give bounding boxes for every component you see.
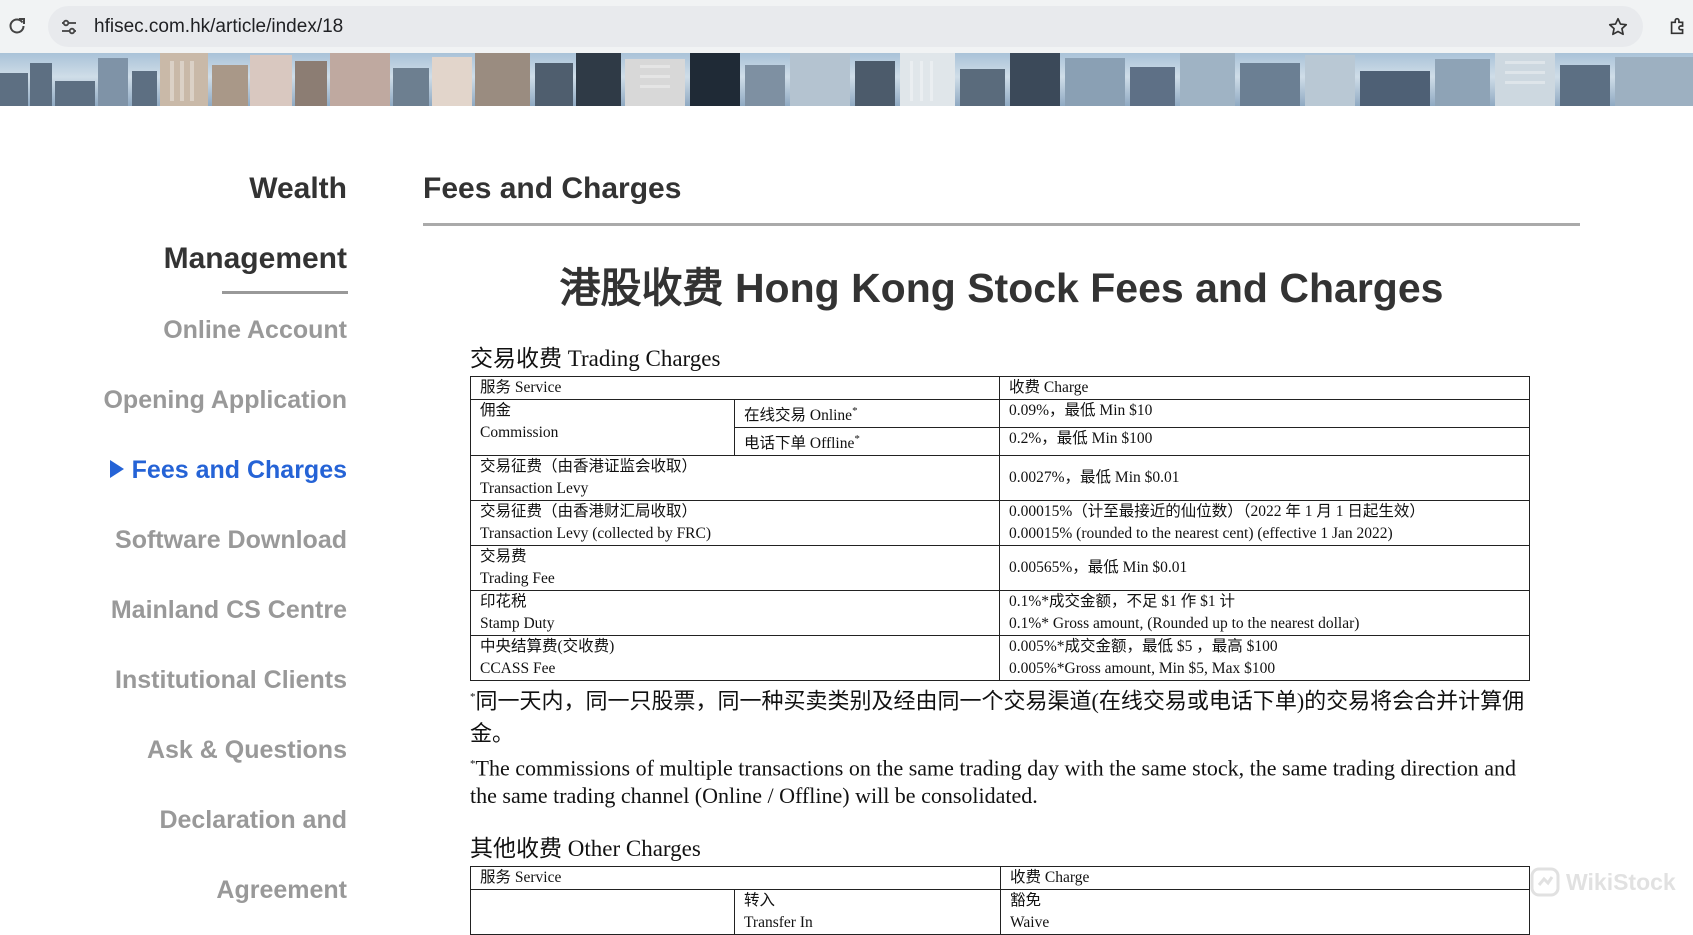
frc-levy-en: Transaction Levy (collected by FRC) xyxy=(480,525,712,543)
fees-document: 交易收费 Trading Charges 服务 Service 收费 Charg… xyxy=(469,344,1531,935)
ccass-cell: 中央结算费(交收费) CCASS Fee xyxy=(469,635,1001,682)
trading-fee-charge: 0.00565%，最低 Min $0.01 xyxy=(999,545,1531,592)
sidebar-item-declaration-line1[interactable]: Declaration and xyxy=(159,806,347,835)
active-arrow-icon xyxy=(109,460,124,479)
commission-cell: 佣金 Commission xyxy=(470,398,735,457)
table-row: 交易征费（由香港证监会收取） Transaction Levy 0.0027%，… xyxy=(469,455,1531,502)
trading-fee-en: Trading Fee xyxy=(480,570,555,588)
header-charge: 收费 Charge xyxy=(999,376,1531,400)
other-charges-title: 其他收费 Other Charges xyxy=(470,835,701,861)
table-row: 交易征费（由香港财汇局收取） Transaction Levy (collect… xyxy=(469,500,1531,547)
header-service: 服务 Service xyxy=(469,865,1002,890)
footnote-en-text: The commissions of multiple transactions… xyxy=(470,754,1516,808)
sidebar-item-fees-and-charges[interactable]: Fees and Charges xyxy=(109,456,347,485)
commission-en: Commission xyxy=(480,424,559,441)
sidebar-item-declaration-line2[interactable]: Agreement xyxy=(216,876,347,905)
table-header-row: 服务 Service 收费 Charge xyxy=(469,376,1531,400)
table-header-row: 服务 Service 收费 Charge xyxy=(469,865,1531,890)
offline-cell: 电话下单 Offline* xyxy=(733,427,1001,457)
transfer-in-charge-cn: 豁免 xyxy=(1010,891,1042,909)
table-row: 佣金 Commission 在线交易 Online* 0.09%，最低 Min … xyxy=(470,398,1531,457)
frc-levy-charge-en: 0.00015% (rounded to the nearest cent) (… xyxy=(1009,525,1393,543)
stamp-duty-cn: 印花税 xyxy=(480,593,527,611)
wikistock-logo-icon xyxy=(1530,867,1560,897)
ccass-charge-en: 0.005%*Gross amount, Min $5, Max $100 xyxy=(1009,660,1276,678)
extensions-icon[interactable] xyxy=(1665,13,1691,39)
trading-charges-table: 服务 Service 收费 Charge 佣金 Commission 在线交易 … xyxy=(469,376,1531,682)
frc-levy-charge-cn: 0.00015%（计至最接近的仙位数）（2022 年 1 月 1 日起生效） xyxy=(1009,503,1425,521)
levy-charge: 0.0027%，最低 Min $0.01 xyxy=(999,455,1531,502)
levy-cn: 交易征费（由香港证监会收取） xyxy=(480,458,698,476)
sidebar-title-line2: Management xyxy=(163,242,347,275)
transfer-in-cn: 转入 xyxy=(744,891,776,909)
sidebar-item-online-account[interactable]: Online Account xyxy=(163,316,347,345)
footnote-mark: * xyxy=(852,405,858,417)
online-cell: 在线交易 Online* xyxy=(733,398,1001,429)
browser-toolbar: hfisec.com.hk/article/index/18 xyxy=(0,0,1693,53)
footnote-cn-text: 同一天内，同一只股票，同一种买卖类别及经由同一个交易渠道(在线交易或电话下单)的… xyxy=(470,688,1525,746)
stamp-duty-charge: 0.1%*成交金额，不足 $1 作 $1 计 0.1%* Gross amoun… xyxy=(999,590,1531,637)
frc-levy-cell: 交易征费（由香港财汇局收取） Transaction Levy (collect… xyxy=(469,500,1001,547)
transfer-in-cell: 转入 Transfer In xyxy=(733,888,1002,935)
other-charges-table: 服务 Service 收费 Charge 转入 Transfer In 豁免 W… xyxy=(469,865,1531,935)
online-label: 在线交易 Online xyxy=(744,407,853,425)
sidebar-title-underline xyxy=(222,291,348,294)
watermark-text: WikiStock xyxy=(1566,868,1676,895)
table-row: 转入 Transfer In 豁免 Waive xyxy=(470,888,1531,935)
table-row: 印花税 Stamp Duty 0.1%*成交金额，不足 $1 作 $1 计 0.… xyxy=(469,590,1531,637)
wikistock-watermark: WikiStock xyxy=(1530,862,1690,902)
transfer-in-charge: 豁免 Waive xyxy=(1000,888,1531,935)
sidebar-item-opening-application[interactable]: Opening Application xyxy=(103,386,347,415)
document-heading: 港股收费 Hong Kong Stock Fees and Charges xyxy=(559,265,1444,311)
reload-icon[interactable] xyxy=(4,13,30,39)
footnote-cn: *同一天内，同一只股票，同一种买卖类别及经由同一个交易渠道(在线交易或电话下单)… xyxy=(470,681,1530,749)
ccass-charge: 0.005%*成交金额，最低 $5 ，最高 $100 0.005%*Gross … xyxy=(999,635,1531,682)
site-info-icon[interactable] xyxy=(56,14,82,40)
commission-cn: 佣金 xyxy=(480,402,512,419)
frc-levy-charge: 0.00015%（计至最接近的仙位数）（2022 年 1 月 1 日起生效） 0… xyxy=(999,500,1531,547)
sidebar-item-software-download[interactable]: Software Download xyxy=(115,526,347,555)
sidebar-item-institutional-clients[interactable]: Institutional Clients xyxy=(115,666,347,695)
offline-label: 电话下单 Offline xyxy=(744,435,855,453)
url-text[interactable]: hfisec.com.hk/article/index/18 xyxy=(94,6,343,47)
page-title: Fees and Charges xyxy=(423,172,682,205)
sidebar-item-mainland-cs-centre[interactable]: Mainland CS Centre xyxy=(111,596,347,625)
ccass-charge-cn: 0.005%*成交金额，最低 $5 ，最高 $100 xyxy=(1009,638,1278,656)
stamp-duty-cell: 印花税 Stamp Duty xyxy=(469,590,1001,637)
sidebar-item-ask-questions[interactable]: Ask & Questions xyxy=(147,736,347,765)
frc-levy-cn: 交易征费（由香港财汇局收取） xyxy=(480,503,698,521)
address-bar[interactable]: hfisec.com.hk/article/index/18 xyxy=(48,6,1643,47)
footnote-en: *The commissions of multiple transaction… xyxy=(470,750,1530,810)
ccass-en: CCASS Fee xyxy=(480,660,556,678)
table-row: 中央结算费(交收费) CCASS Fee 0.005%*成交金额，最低 $5 ，… xyxy=(469,635,1531,682)
header-service: 服务 Service xyxy=(469,376,1001,400)
sidebar-item-label: Fees and Charges xyxy=(131,456,347,484)
bookmark-star-icon[interactable] xyxy=(1605,14,1631,40)
ccass-cn: 中央结算费(交收费) xyxy=(480,638,615,656)
trading-fee-cn: 交易费 xyxy=(480,548,527,566)
levy-en: Transaction Levy xyxy=(480,480,589,498)
transfer-cell xyxy=(470,888,735,935)
footnote-mark: * xyxy=(854,433,860,446)
transfer-in-charge-en: Waive xyxy=(1010,913,1050,931)
table-row: 交易费 Trading Fee 0.00565%，最低 Min $0.01 xyxy=(469,545,1531,592)
online-charge: 0.09%，最低 Min $10 xyxy=(999,398,1531,429)
stamp-duty-charge-cn: 0.1%*成交金额，不足 $1 作 $1 计 xyxy=(1009,593,1236,611)
title-divider xyxy=(423,223,1580,226)
offline-charge: 0.2%，最低 Min $100 xyxy=(999,427,1531,457)
trading-fee-cell: 交易费 Trading Fee xyxy=(469,545,1001,592)
stamp-duty-en: Stamp Duty xyxy=(480,615,555,633)
header-charge: 收费 Charge xyxy=(1000,865,1531,890)
transfer-in-en: Transfer In xyxy=(744,913,813,931)
city-skyline-banner xyxy=(0,53,1693,106)
trading-charges-title: 交易收费 Trading Charges xyxy=(470,346,721,371)
sidebar-title-line1: Wealth xyxy=(249,172,347,205)
levy-cell: 交易征费（由香港证监会收取） Transaction Levy xyxy=(469,455,1001,502)
stamp-duty-charge-en: 0.1%* Gross amount, (Rounded up to the n… xyxy=(1009,615,1360,633)
